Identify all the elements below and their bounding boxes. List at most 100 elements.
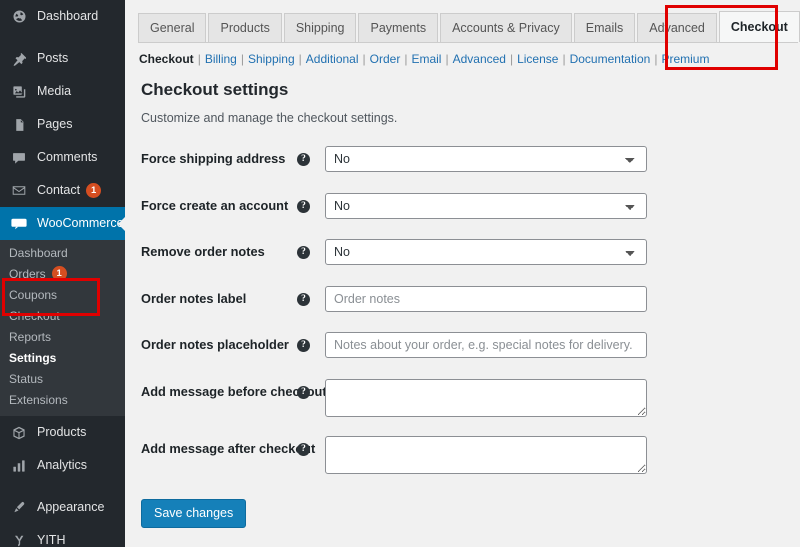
sidebar-item-yith[interactable]: YITH bbox=[0, 524, 125, 547]
submenu-item-label: Extensions bbox=[9, 392, 68, 407]
input-order-notes-placeholder[interactable] bbox=[325, 332, 647, 358]
field-label-add-message-before-checkout: Add message before checkout bbox=[141, 383, 327, 399]
input-order-notes-label[interactable] bbox=[325, 285, 647, 312]
help-icon[interactable]: ? bbox=[297, 442, 310, 456]
subnav-link-billing[interactable]: Billing bbox=[205, 52, 237, 66]
sidebar-badge-contact: 1 bbox=[86, 183, 102, 198]
envelope-icon bbox=[9, 181, 29, 201]
field-label-add-message-after-checkout: Add message after checkout bbox=[141, 440, 316, 456]
tab-payments[interactable]: Payments bbox=[358, 13, 439, 42]
help-icon[interactable]: ? bbox=[297, 199, 310, 213]
pin-icon bbox=[9, 49, 29, 69]
sidebar-item-contact[interactable]: Contact 1 bbox=[0, 174, 125, 207]
page-description: Customize and manage the checkout settin… bbox=[141, 111, 398, 125]
brush-icon bbox=[9, 498, 29, 518]
tab-advanced[interactable]: Advanced bbox=[637, 13, 717, 42]
sidebar-item-products[interactable]: Products bbox=[0, 416, 125, 449]
subnav-link-checkout[interactable]: Checkout bbox=[139, 52, 194, 66]
sidebar-item-label: Media bbox=[37, 84, 72, 99]
submenu-item-extensions[interactable]: Extensions bbox=[0, 389, 125, 410]
help-icon[interactable]: ? bbox=[297, 385, 310, 399]
subnav-separator: | bbox=[562, 52, 566, 66]
submenu-item-settings[interactable]: Settings bbox=[0, 347, 125, 368]
select-force-create-an-account[interactable]: NoYes bbox=[325, 192, 647, 219]
tab-shipping[interactable]: Shipping bbox=[283, 13, 357, 42]
sidebar-item-label: Pages bbox=[37, 117, 73, 132]
subnav-link-advanced[interactable]: Advanced bbox=[453, 52, 506, 66]
help-icon[interactable]: ? bbox=[297, 339, 310, 352]
field-control-wrap bbox=[325, 285, 647, 312]
field-row-order-notes-label: Order notes label? bbox=[125, 285, 800, 333]
select-force-shipping-address[interactable]: NoYes bbox=[325, 146, 647, 172]
submenu-item-checkout[interactable]: Checkout bbox=[0, 305, 125, 326]
sidebar-item-label: Analytics bbox=[37, 458, 88, 473]
subnav-link-order[interactable]: Order bbox=[370, 52, 401, 66]
subnav-separator: | bbox=[362, 52, 366, 66]
field-control-wrap: NoYes bbox=[325, 146, 647, 172]
comment-icon bbox=[9, 148, 29, 168]
sidebar-item-label: Products bbox=[37, 425, 87, 440]
admin-sidebar: Dashboard Posts Media Pages Comments Contact 1… bbox=[0, 0, 125, 547]
textarea-add-message-after-checkout[interactable] bbox=[325, 435, 647, 474]
sidebar-item-analytics[interactable]: Analytics bbox=[0, 449, 125, 482]
submenu-item-label: Orders bbox=[9, 266, 46, 281]
save-changes-button[interactable]: Save changes bbox=[141, 499, 247, 528]
sidebar-item-woocommerce[interactable]: WooCommerce bbox=[0, 207, 125, 240]
submenu-item-dashboard[interactable]: Dashboard bbox=[0, 242, 125, 263]
tab-accounts-and-privacy[interactable]: Accounts & Privacy bbox=[440, 13, 572, 42]
sidebar-item-media[interactable]: Media bbox=[0, 75, 125, 108]
select-remove-order-notes[interactable]: NoYes bbox=[325, 239, 647, 265]
sidebar-item-label: Appearance bbox=[37, 500, 105, 515]
woocommerce-icon bbox=[9, 214, 29, 234]
subnav-link-license[interactable]: License bbox=[517, 52, 558, 66]
sidebar-item-comments[interactable]: Comments bbox=[0, 141, 125, 174]
field-control-wrap: NoYes bbox=[325, 239, 647, 265]
submenu-item-coupons[interactable]: Coupons bbox=[0, 284, 125, 305]
submenu-item-label: Status bbox=[9, 371, 44, 386]
sidebar-item-label: Comments bbox=[37, 150, 98, 165]
field-label-remove-order-notes: Remove order notes bbox=[141, 244, 265, 259]
submenu-item-label: Dashboard bbox=[9, 245, 68, 260]
subnav-link-shipping[interactable]: Shipping bbox=[248, 52, 295, 66]
submenu-badge-orders: 1 bbox=[51, 266, 67, 281]
field-control-wrap bbox=[325, 332, 647, 358]
menu-separator bbox=[0, 33, 125, 42]
tab-products[interactable]: Products bbox=[208, 13, 282, 42]
tab-general[interactable]: General bbox=[138, 13, 207, 42]
subnav-link-email[interactable]: Email bbox=[411, 52, 441, 66]
submenu-item-reports[interactable]: Reports bbox=[0, 326, 125, 347]
help-icon[interactable]: ? bbox=[297, 246, 310, 259]
help-icon[interactable]: ? bbox=[297, 292, 310, 306]
yith-icon bbox=[9, 531, 29, 547]
tab-checkout[interactable]: Checkout bbox=[718, 11, 800, 42]
subnav-separator: | bbox=[445, 52, 449, 66]
sidebar-item-label: Contact bbox=[37, 183, 81, 198]
subnav-link-documentation[interactable]: Documentation bbox=[570, 52, 651, 66]
subnav-link-additional[interactable]: Additional bbox=[306, 52, 359, 66]
field-control-wrap: NoYes bbox=[325, 192, 647, 219]
field-label-order-notes-label: Order notes label bbox=[141, 290, 247, 306]
sidebar-item-pages[interactable]: Pages bbox=[0, 108, 125, 141]
dashboard-icon bbox=[9, 7, 29, 27]
subnav-separator: | bbox=[404, 52, 408, 66]
products-icon bbox=[9, 423, 29, 443]
sidebar-item-appearance[interactable]: Appearance bbox=[0, 491, 125, 524]
field-row-force-create-an-account: Force create an account? NoYes bbox=[125, 192, 800, 240]
field-control-wrap bbox=[325, 435, 647, 474]
submenu-item-status[interactable]: Status bbox=[0, 368, 125, 389]
submenu-item-label: Reports bbox=[9, 329, 52, 344]
textarea-add-message-before-checkout[interactable] bbox=[325, 378, 647, 417]
sidebar-item-label: Dashboard bbox=[37, 9, 99, 24]
woocommerce-submenu: Dashboard Orders 1 Coupons Checkout Reports Se… bbox=[0, 240, 125, 416]
submenu-item-label: Settings bbox=[9, 350, 57, 365]
sidebar-item-dashboard[interactable]: Dashboard bbox=[0, 0, 125, 33]
settings-form: Force shipping address?NoYesForce create… bbox=[125, 146, 800, 493]
analytics-icon bbox=[9, 456, 29, 476]
help-icon[interactable]: ? bbox=[297, 153, 310, 166]
tab-emails[interactable]: Emails bbox=[573, 13, 636, 42]
submenu-item-label: Coupons bbox=[9, 287, 58, 302]
sidebar-item-posts[interactable]: Posts bbox=[0, 42, 125, 75]
subnav-link-premium[interactable]: Premium bbox=[661, 52, 709, 66]
submenu-item-orders[interactable]: Orders 1 bbox=[0, 263, 125, 284]
field-label-force-shipping-address: Force shipping address bbox=[141, 151, 286, 166]
